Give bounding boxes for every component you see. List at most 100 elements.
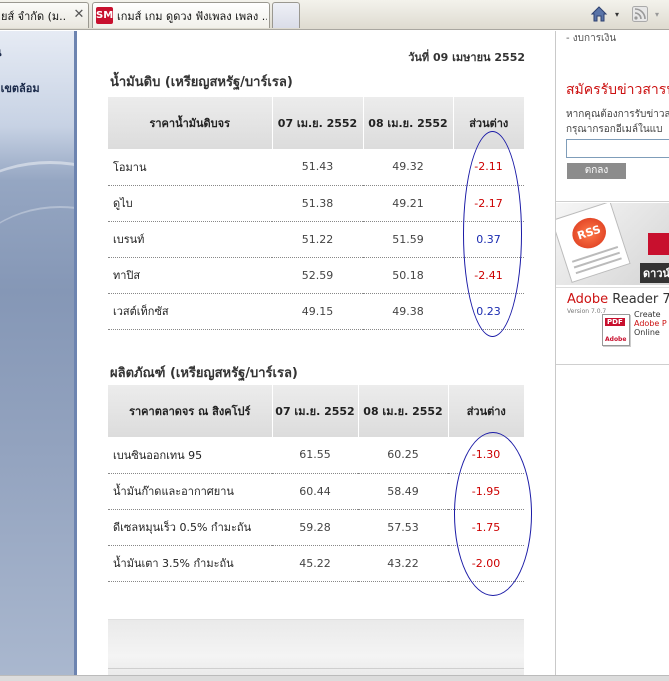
promo-line: Adobe P bbox=[634, 319, 667, 328]
price-apr08: 49.32 bbox=[363, 149, 453, 186]
price-apr08: 49.38 bbox=[363, 293, 453, 330]
promo-line: Online bbox=[634, 328, 660, 337]
left-menu-item[interactable]: น bbox=[0, 43, 2, 61]
price-diff: -2.11 bbox=[453, 149, 524, 186]
price-apr07: 52.59 bbox=[272, 257, 363, 294]
main-content: วันที่ 09 เมษายน 2552 น้ำมันดิบ (เหรียญส… bbox=[77, 31, 555, 681]
table-row: ดูไบ 51.38 49.21 -2.17 bbox=[108, 185, 524, 222]
products-table: ราคาตลาดจร ณ สิงคโปร์ 07 เม.ย. 2552 08 เ… bbox=[108, 385, 524, 582]
left-sidebar: น อเขตล้อม bbox=[0, 31, 76, 681]
site-favicon-icon: SM bbox=[96, 7, 113, 24]
table-row: เบรนท์ 51.22 51.59 0.37 bbox=[108, 221, 524, 258]
price-apr07: 51.43 bbox=[272, 149, 363, 186]
column-header: 07 เม.ย. 2552 bbox=[271, 385, 358, 437]
price-apr08: 57.53 bbox=[358, 509, 448, 546]
new-tab-button[interactable] bbox=[272, 2, 300, 28]
tab-games[interactable]: SM เกมส์ เกม ดูดวง ฟังเพลง เพลง ... bbox=[92, 2, 270, 28]
email-field[interactable] bbox=[566, 139, 669, 158]
table-header-row: ราคาตลาดจร ณ สิงคโปร์ 07 เม.ย. 2552 08 เ… bbox=[108, 385, 524, 437]
description-line: กรุณากรอกอีเมล์ในแบ bbox=[566, 124, 663, 135]
rss-feed-icon[interactable] bbox=[630, 3, 650, 25]
oil-name: เบรนท์ bbox=[108, 221, 272, 258]
feed-dropdown-icon[interactable]: ▾ bbox=[651, 3, 663, 25]
price-apr08: 60.25 bbox=[358, 437, 448, 474]
price-apr08: 50.18 bbox=[363, 257, 453, 294]
close-icon[interactable]: ✕ bbox=[72, 8, 86, 22]
adobe-product: Reader bbox=[608, 292, 659, 307]
price-diff: -2.00 bbox=[448, 545, 524, 582]
right-sidebar: - งบการเงิน สมัครรับข่าวสารนัก หากคุณต้อ… bbox=[556, 31, 669, 681]
product-name: เบนซินออกเทน 95 bbox=[108, 437, 272, 474]
adobe-suffix: 7 bbox=[662, 292, 669, 307]
rss-download-label: ดาวน์ bbox=[640, 263, 669, 283]
price-diff: -1.30 bbox=[448, 437, 524, 474]
tab-company[interactable]: ยส์ จำกัด (ม... ✕ bbox=[0, 2, 89, 28]
column-header: ส่วนต่าง bbox=[452, 97, 524, 149]
oil-name: เวสต์เท็กซัส bbox=[108, 293, 272, 330]
table-row: ดีเซลหมุนเร็ว 0.5% กำมะถัน 59.28 57.53 -… bbox=[108, 509, 524, 546]
price-diff: -2.41 bbox=[453, 257, 524, 294]
home-dropdown-icon[interactable]: ▾ bbox=[611, 3, 623, 25]
column-header: 08 เม.ย. 2552 bbox=[357, 385, 448, 437]
subscribe-submit-button[interactable]: ตกลง bbox=[567, 163, 626, 179]
table-row: เบนซินออกเทน 95 61.55 60.25 -1.30 bbox=[108, 437, 524, 474]
browser-page: ยส์ จำกัด (ม... ✕ SM เกมส์ เกม ดูดวง ฟัง… bbox=[0, 0, 669, 681]
price-apr08: 43.22 bbox=[358, 545, 448, 582]
table-row: เวสต์เท็กซัส 49.15 49.38 0.23 bbox=[108, 293, 524, 330]
price-apr08: 49.21 bbox=[363, 185, 453, 222]
description-line: หากคุณต้องการรับข่าวส bbox=[566, 109, 669, 120]
horizontal-scrollbar[interactable] bbox=[0, 675, 669, 681]
price-apr07: 60.44 bbox=[272, 473, 358, 510]
promo-line: Create bbox=[634, 310, 661, 319]
next-table-header bbox=[108, 619, 524, 681]
table-row: ทาปิส 52.59 50.18 -2.41 bbox=[108, 257, 524, 294]
price-apr08: 58.49 bbox=[358, 473, 448, 510]
adobe-brand: Adobe bbox=[567, 292, 609, 307]
table-row: น้ำมันเตา 3.5% กำมะถัน 45.22 43.22 -2.00 bbox=[108, 545, 524, 582]
rss-banner[interactable]: RSS ดาวน์ bbox=[556, 203, 669, 285]
report-date: วันที่ 09 เมษายน 2552 bbox=[408, 51, 525, 64]
tab-bar: ยส์ จำกัด (ม... ✕ SM เกมส์ เกม ดูดวง ฟัง… bbox=[0, 0, 669, 30]
adobe-version: Version 7.0.7 bbox=[567, 308, 607, 315]
column-header: ราคาตลาดจร ณ สิงคโปร์ bbox=[108, 385, 272, 437]
crude-oil-table: ราคาน้ำมันดิบจร 07 เม.ย. 2552 08 เม.ย. 2… bbox=[108, 97, 524, 330]
pdf-label: PDF bbox=[605, 318, 625, 326]
adobe-reader-title: Adobe Reader 7 bbox=[567, 292, 669, 307]
table-header-row: ราคาน้ำมันดิบจร 07 เม.ย. 2552 08 เม.ย. 2… bbox=[108, 97, 524, 149]
decorative-tab bbox=[648, 233, 669, 255]
subscribe-description: หากคุณต้องการรับข่าวส กรุณากรอกอีเมล์ในแ… bbox=[566, 107, 669, 137]
column-header: ราคาน้ำมันดิบจร bbox=[108, 97, 272, 149]
rss-badge: RSS bbox=[568, 213, 610, 253]
column-header: ส่วนต่าง bbox=[447, 385, 524, 437]
financial-statement-link[interactable]: - งบการเงิน bbox=[566, 31, 616, 46]
oil-name: โอมาน bbox=[108, 149, 272, 186]
oil-name: ทาปิส bbox=[108, 257, 272, 294]
price-apr08: 51.59 bbox=[363, 221, 453, 258]
products-title: ผลิตภัณฑ์ (เหรียญสหรัฐ/บาร์เรล) bbox=[110, 366, 298, 381]
subscribe-title: สมัครรับข่าวสารนัก bbox=[566, 82, 669, 98]
oil-name: ดูไบ bbox=[108, 185, 272, 222]
column-header: 08 เม.ย. 2552 bbox=[362, 97, 453, 149]
table-row: โอมาน 51.43 49.32 -2.11 bbox=[108, 149, 524, 186]
price-apr07: 51.38 bbox=[272, 185, 363, 222]
divider bbox=[108, 668, 524, 669]
product-name: น้ำมันก๊าดและอากาศยาน bbox=[108, 473, 272, 510]
price-apr07: 49.15 bbox=[272, 293, 363, 330]
adobe-reader-banner[interactable]: Adobe Reader 7 Version 7.0.7 PDF Adobe C… bbox=[556, 287, 669, 365]
price-apr07: 59.28 bbox=[272, 509, 358, 546]
adobe-promo-text: Create Adobe P Online bbox=[634, 310, 667, 337]
price-diff: 0.37 bbox=[453, 221, 524, 258]
divider bbox=[556, 201, 669, 202]
left-menu-item[interactable]: อเขตล้อม bbox=[0, 79, 40, 97]
price-diff: -1.75 bbox=[448, 509, 524, 546]
home-icon[interactable] bbox=[588, 3, 610, 25]
decorative-swoosh bbox=[0, 206, 76, 366]
pdf-brand: Adobe bbox=[605, 336, 627, 343]
column-header: 07 เม.ย. 2552 bbox=[271, 97, 363, 149]
price-apr07: 51.22 bbox=[272, 221, 363, 258]
price-apr07: 61.55 bbox=[272, 437, 358, 474]
product-name: ดีเซลหมุนเร็ว 0.5% กำมะถัน bbox=[108, 509, 272, 546]
tab-label: เกมส์ เกม ดูดวง ฟังเพลง เพลง ... bbox=[117, 9, 267, 23]
tab-label: ยส์ จำกัด (ม... bbox=[1, 9, 67, 23]
rss-newspaper-icon: RSS bbox=[556, 203, 631, 283]
